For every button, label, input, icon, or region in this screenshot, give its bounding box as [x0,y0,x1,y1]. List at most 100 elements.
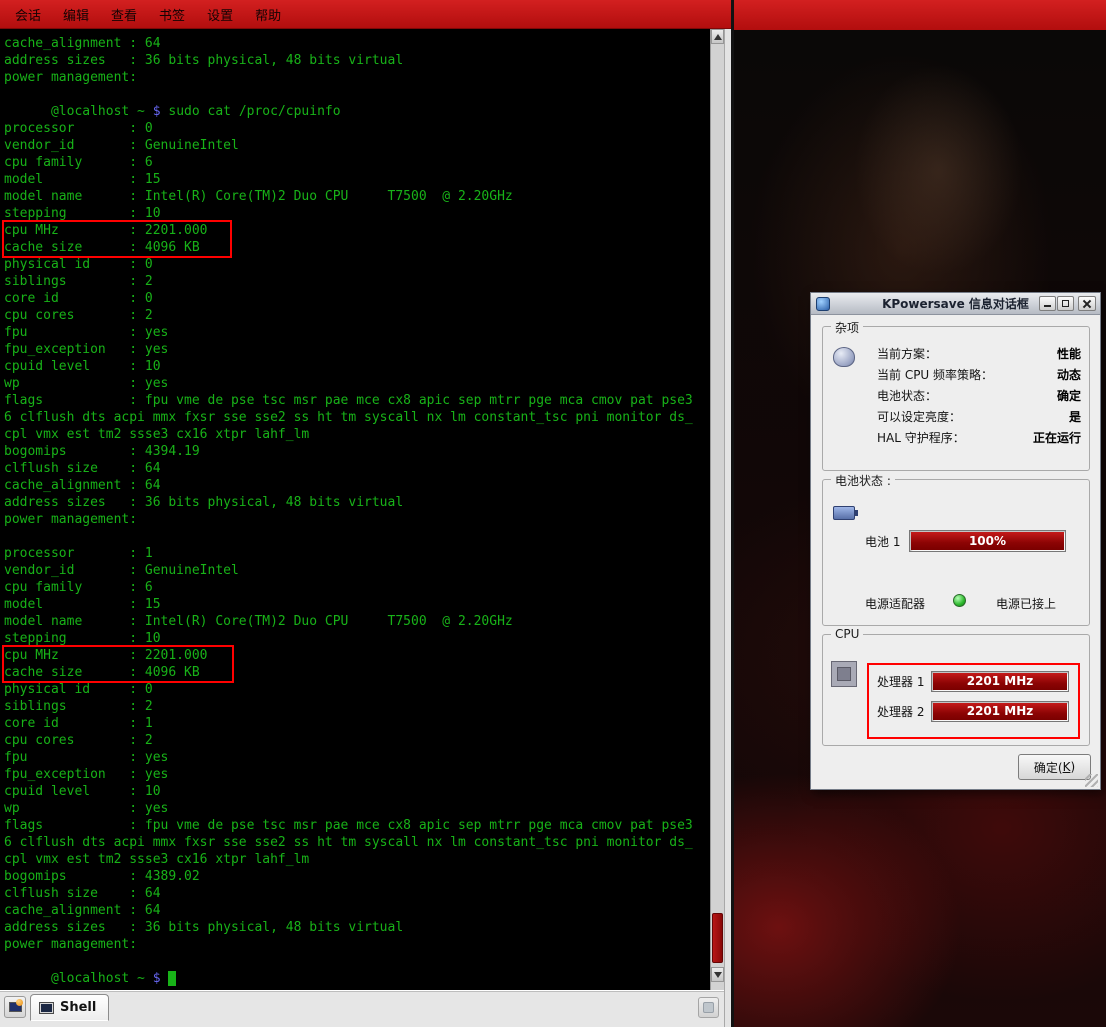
info-value: 确定 [1057,387,1081,404]
new-session-button[interactable] [4,996,26,1018]
desktop: 会话编辑查看书签设置帮助 cache_alignment : 64address… [0,0,1106,1027]
info-value: 动态 [1057,366,1081,383]
info-value: 性能 [1057,345,1081,362]
session-menu-button[interactable] [698,997,719,1018]
menu-session[interactable]: 会话 [4,0,52,28]
menu-settings[interactable]: 设置 [196,0,244,28]
terminal-line: physical id : 0 [4,256,710,273]
terminal-line: fpu : yes [4,324,710,341]
close-icon [1079,297,1095,310]
ac-adapter-led-icon [953,594,966,607]
info-value: 正在运行 [1033,429,1081,446]
ok-button[interactable]: 确定(K) [1018,754,1091,780]
terminal-line: bogomips : 4389.02 [4,868,710,885]
terminal-line: power management: [4,511,710,528]
cpu-frequency-value: 2201 MHz [933,673,1067,690]
terminal-line: cpu MHz : 2201.000 [4,222,710,239]
info-row: 当前方案： 性能 [877,343,1081,364]
terminal-line: processor : 0 [4,120,710,137]
scroll-down-button[interactable] [711,967,724,982]
terminal-line: power management: [4,936,710,953]
info-label: 当前方案： [877,345,937,362]
tab-label: Shell [60,1000,96,1015]
terminal-line: cpu MHz : 2201.000 [4,647,710,664]
window-edge [731,0,734,1027]
cpu-chip-icon [831,661,857,687]
terminal-line: address sizes : 36 bits physical, 48 bit… [4,919,710,936]
terminal-line: 6 clflush dts acpi mmx fxsr sse sse2 ss … [4,409,710,426]
group-battery: 电池状态 : 电池 1 100% 电源适配器 电源已接上 [822,479,1090,626]
terminal-scrollbar[interactable] [710,29,724,990]
terminal-line: @localhost ~ $ sudo cat /proc/cpuinfo [4,103,710,120]
terminal-line: cpu family : 6 [4,579,710,596]
terminal-window: 会话编辑查看书签设置帮助 cache_alignment : 64address… [0,0,731,1027]
tab-shell[interactable]: Shell [30,994,109,1021]
ac-adapter-label: 电源适配器 [865,595,925,612]
terminal-line: cpl vmx est tm2 ssse3 cx16 xtpr lahf_lm [4,426,710,443]
info-row: 可以设定亮度：是 [877,406,1081,427]
terminal-line: clflush size : 64 [4,460,710,477]
terminal-screen[interactable]: cache_alignment : 64address sizes : 36 b… [1,29,710,990]
info-value: 是 [1069,408,1081,425]
terminal-line: fpu_exception : yes [4,766,710,783]
group-misc: 杂项 当前方案：性能当前 CPU 频率策略：动态电池状态：确定可以设定亮度：是H… [822,326,1090,471]
ok-label: 确定( [1034,759,1063,776]
new-session-star-icon [16,999,23,1006]
terminal-line: cpu cores : 2 [4,732,710,749]
terminal-line: cache_alignment : 64 [4,902,710,919]
battery-charge-value: 100% [911,532,1064,550]
terminal-line: cache size : 4096 KB [4,239,710,256]
terminal-line: cpu cores : 2 [4,307,710,324]
terminal-line: siblings : 2 [4,273,710,290]
processor-label: 处理器 2 [877,703,931,720]
minimize-button[interactable] [1039,296,1056,311]
terminal-line: model name : Intel(R) Core(TM)2 Duo CPU … [4,188,710,205]
menu-edit[interactable]: 编辑 [52,0,100,28]
scroll-up-button[interactable] [711,29,724,44]
scroll-up-icon [714,34,722,40]
kpowersave-dialog: KPowersave 信息对话框 杂项 当前方案：性能当前 CPU 频率策略：动… [810,292,1101,790]
terminal-line: cache_alignment : 64 [4,477,710,494]
terminal-line: address sizes : 36 bits physical, 48 bit… [4,494,710,511]
resize-grip-icon[interactable] [1085,774,1098,787]
cpu-row: 处理器 12201 MHz [877,666,1069,696]
terminal-line [4,528,710,545]
terminal-line: model name : Intel(R) Core(TM)2 Duo CPU … [4,613,710,630]
processor-label: 处理器 1 [877,673,931,690]
terminal-line: model : 15 [4,171,710,188]
terminal-line: fpu : yes [4,749,710,766]
menu-bookmarks[interactable]: 书签 [148,0,196,28]
menu-bar: 会话编辑查看书签设置帮助 [0,0,731,29]
window-frame [724,29,731,1027]
minimize-icon [1044,305,1051,307]
session-tab-bar: Shell [0,990,724,1027]
group-cpu: CPU 处理器 12201 MHz处理器 22201 MHz [822,634,1090,746]
dialog-titlebar[interactable]: KPowersave 信息对话框 [811,293,1100,315]
terminal-line [4,953,710,970]
close-button[interactable] [1078,296,1096,311]
menu-help[interactable]: 帮助 [244,0,292,28]
terminal-line: stepping : 10 [4,205,710,222]
info-label: HAL 守护程序： [877,429,965,446]
cpu-row: 处理器 22201 MHz [877,696,1069,726]
terminal-line: bogomips : 4394.19 [4,443,710,460]
terminal-line: cpuid level : 10 [4,358,710,375]
terminal-line: cpu family : 6 [4,154,710,171]
cpu-frequency-value: 2201 MHz [933,703,1067,720]
info-label: 电池状态： [877,387,937,404]
terminal-line: wp : yes [4,800,710,817]
terminal-line: address sizes : 36 bits physical, 48 bit… [4,52,710,69]
terminal-line: processor : 1 [4,545,710,562]
info-row: 电池状态： 确定 [877,385,1081,406]
terminal-line: 6 clflush dts acpi mmx fxsr sse sse2 ss … [4,834,710,851]
scrollbar-thumb[interactable] [712,913,723,963]
terminal-line: siblings : 2 [4,698,710,715]
ac-adapter-status: 电源已接上 [996,595,1056,612]
terminal-line: @localhost ~ $ [4,970,710,987]
cpu-frequency-meter: 2201 MHz [931,701,1069,722]
desktop-top-strip [734,0,1106,30]
maximize-button[interactable] [1057,296,1074,311]
terminal-line: core id : 0 [4,290,710,307]
terminal-line: power management: [4,69,710,86]
menu-view[interactable]: 查看 [100,0,148,28]
